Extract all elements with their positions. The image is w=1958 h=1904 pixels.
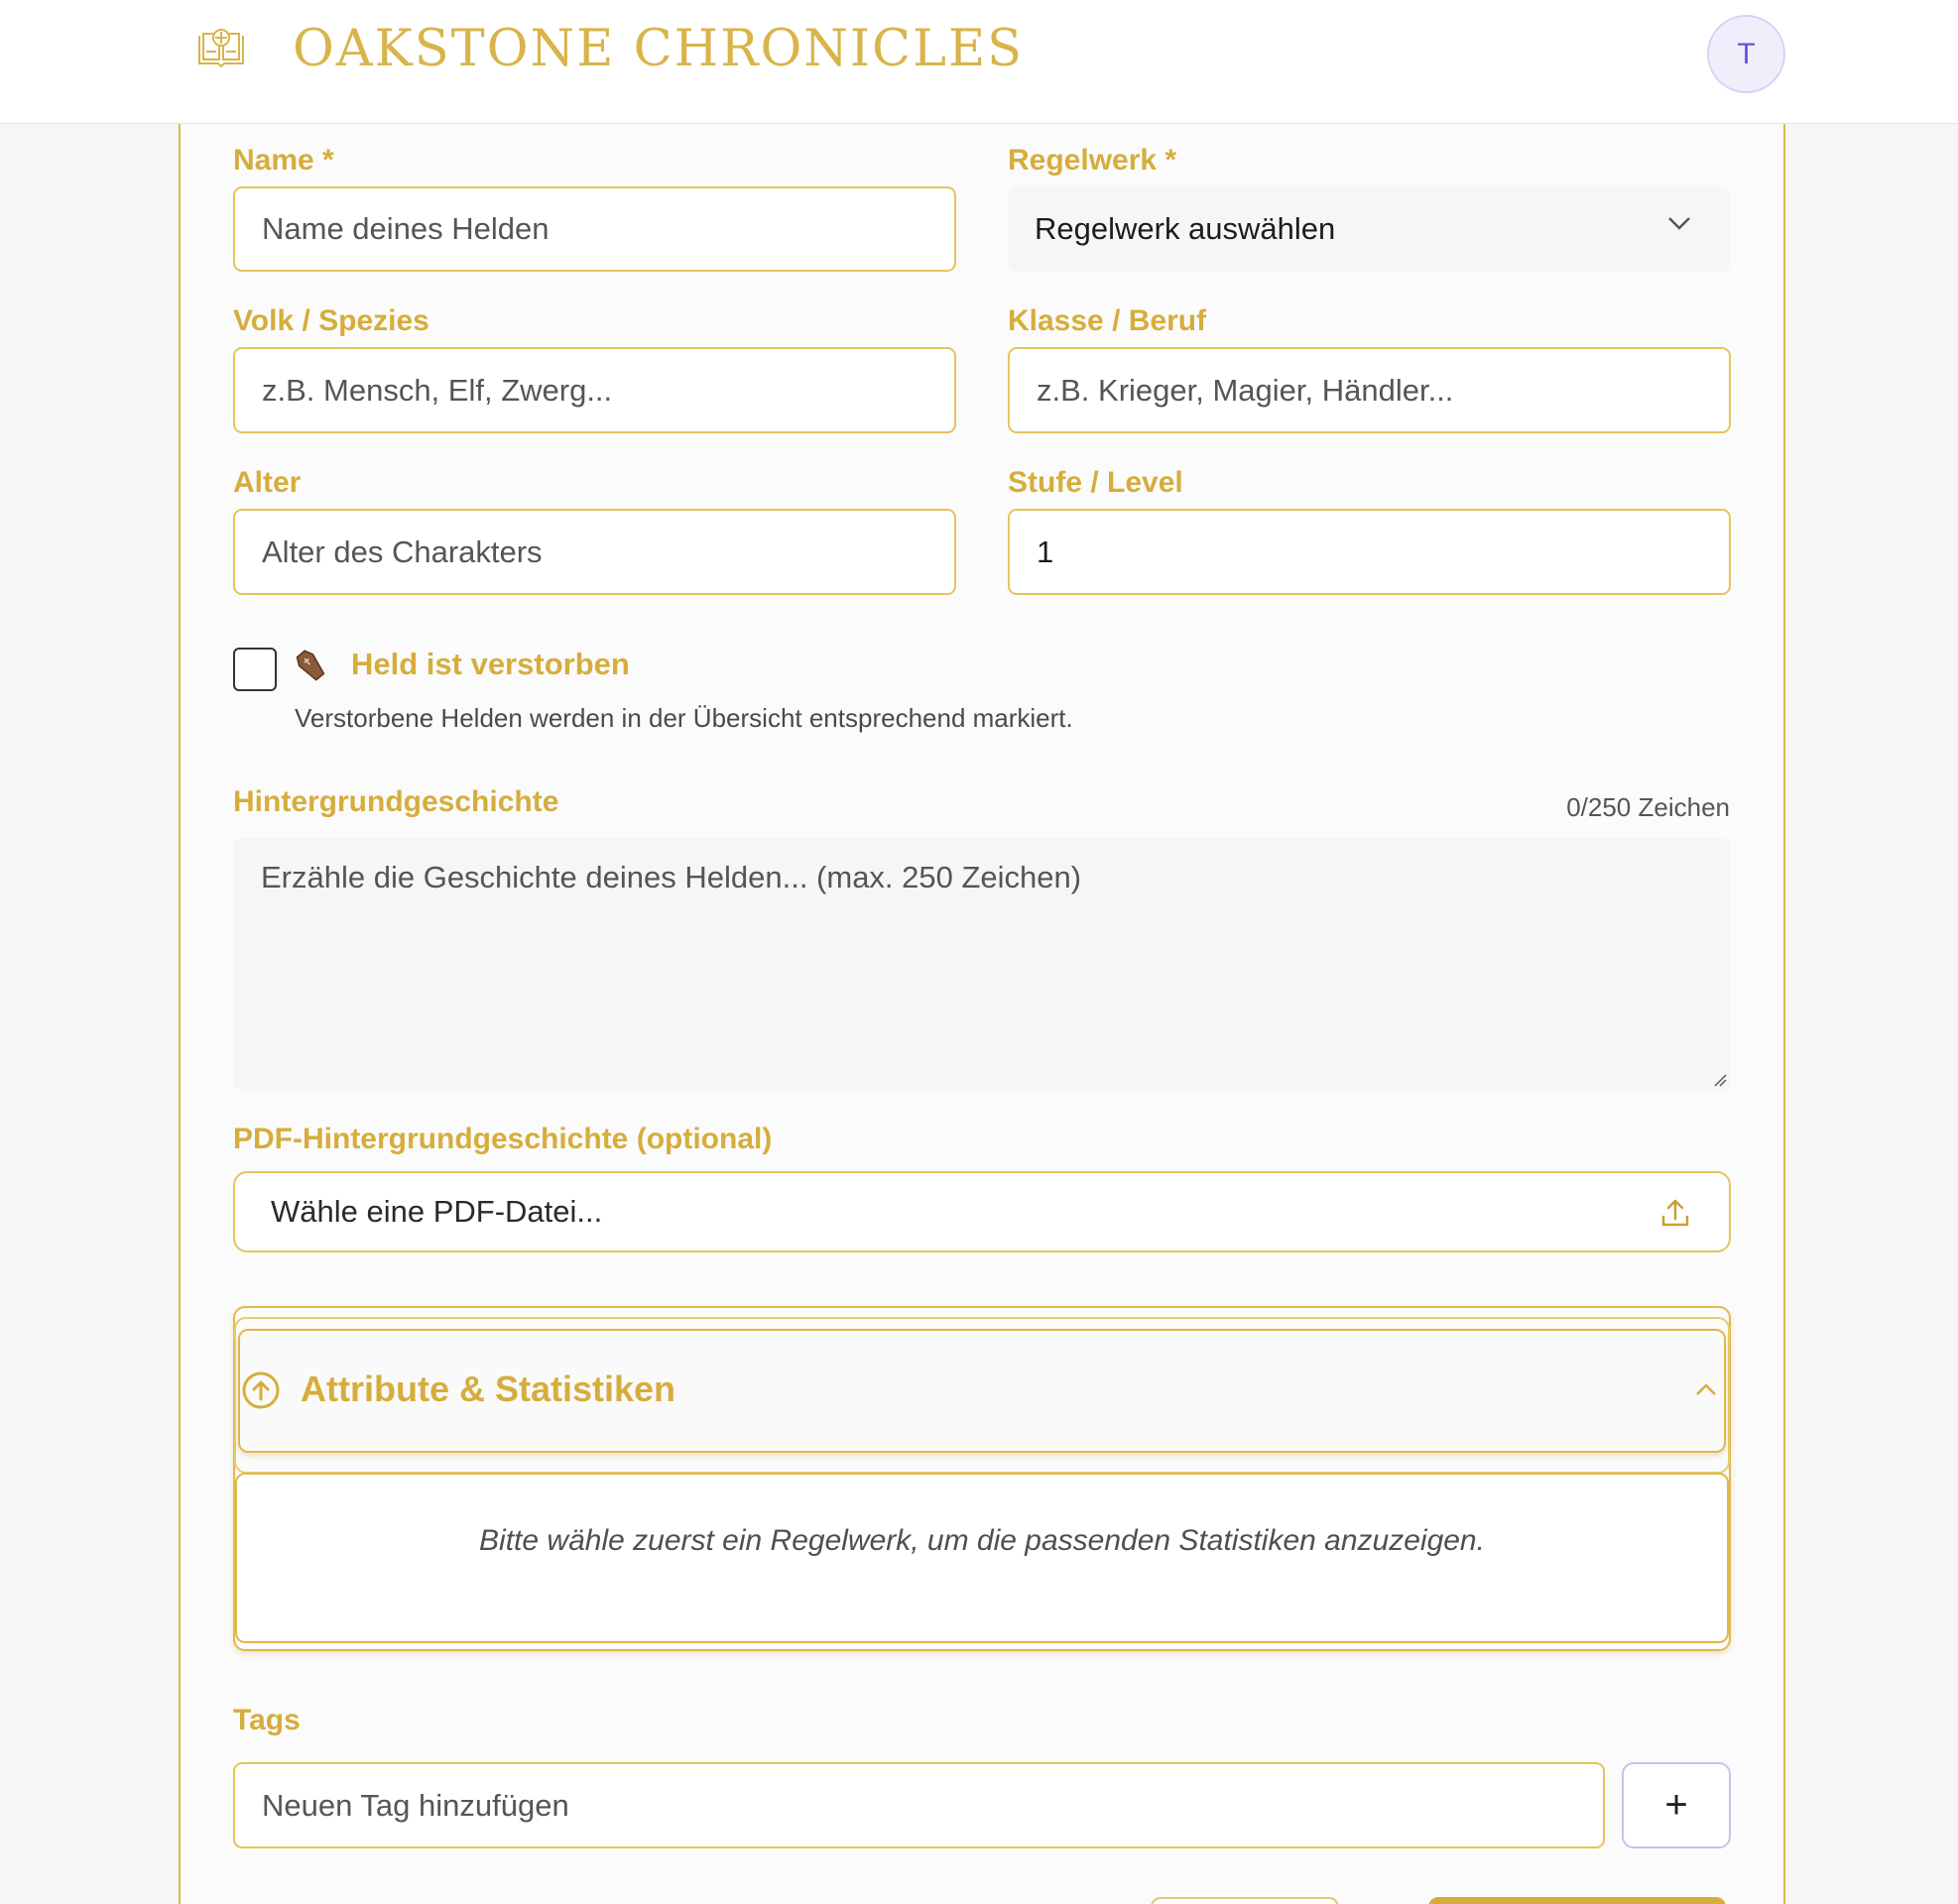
pdf-file-picker[interactable]: Wähle eine PDF-Datei... xyxy=(233,1171,1731,1252)
age-input[interactable]: Alter des Charakters xyxy=(233,509,956,595)
resize-handle-icon[interactable] xyxy=(1711,1071,1727,1087)
app-title[interactable]: OAKSTONE CHRONICLES xyxy=(293,20,1024,78)
coffin-icon xyxy=(296,650,325,681)
upload-icon xyxy=(1661,1199,1689,1227)
primary-action-button[interactable] xyxy=(1428,1897,1726,1904)
pdf-placeholder: Wähle eine PDF-Datei... xyxy=(271,1194,603,1229)
add-tag-button[interactable]: + xyxy=(1622,1762,1731,1848)
ruleset-label: Regelwerk * xyxy=(1008,144,1177,177)
secondary-action-button[interactable] xyxy=(1151,1897,1339,1904)
backstory-label: Hintergrundgeschichte xyxy=(233,785,559,818)
attributes-empty-message: Bitte wähle zuerst ein Regelwerk, um die… xyxy=(235,1473,1729,1643)
deceased-help-text: Verstorbene Helden werden in der Übersic… xyxy=(295,703,1073,733)
pdf-label: PDF-Hintergrundgeschichte (optional) xyxy=(233,1123,773,1155)
ruleset-select-value: Regelwerk auswählen xyxy=(1035,211,1336,246)
class-label: Klasse / Beruf xyxy=(1008,304,1207,337)
species-input[interactable]: z.B. Mensch, Elf, Zwerg... xyxy=(233,347,956,433)
user-avatar[interactable]: T xyxy=(1707,15,1785,93)
top-bar: OAKSTONE CHRONICLES T xyxy=(0,0,1958,124)
name-label: Name * xyxy=(233,144,334,177)
backstory-textarea[interactable]: Erzähle die Geschichte deines Helden... … xyxy=(233,838,1731,1091)
backstory-placeholder: Erzähle die Geschichte deines Helden... … xyxy=(261,860,1082,894)
tags-label: Tags xyxy=(233,1704,301,1736)
class-input[interactable]: z.B. Krieger, Magier, Händler... xyxy=(1008,347,1731,433)
chevron-down-icon xyxy=(1668,217,1690,230)
species-label: Volk / Spezies xyxy=(233,304,429,337)
deceased-checkbox[interactable] xyxy=(233,648,277,691)
chevron-up-icon[interactable] xyxy=(1695,1382,1717,1396)
arrow-up-circle-icon xyxy=(242,1371,280,1409)
deceased-label[interactable]: Held ist verstorben xyxy=(351,647,630,682)
ruleset-select[interactable]: Regelwerk auswählen xyxy=(1008,186,1731,272)
attributes-title[interactable]: Attribute & Statistiken xyxy=(301,1368,675,1410)
book-icon[interactable] xyxy=(196,26,246,69)
level-input[interactable]: 1 xyxy=(1008,509,1731,595)
age-label: Alter xyxy=(233,466,302,499)
level-label: Stufe / Level xyxy=(1008,466,1183,499)
backstory-char-counter: 0/250 Zeichen xyxy=(1566,792,1730,822)
name-input[interactable]: Name deines Helden xyxy=(233,186,956,272)
tag-input[interactable]: Neuen Tag hinzufügen xyxy=(233,1762,1605,1848)
